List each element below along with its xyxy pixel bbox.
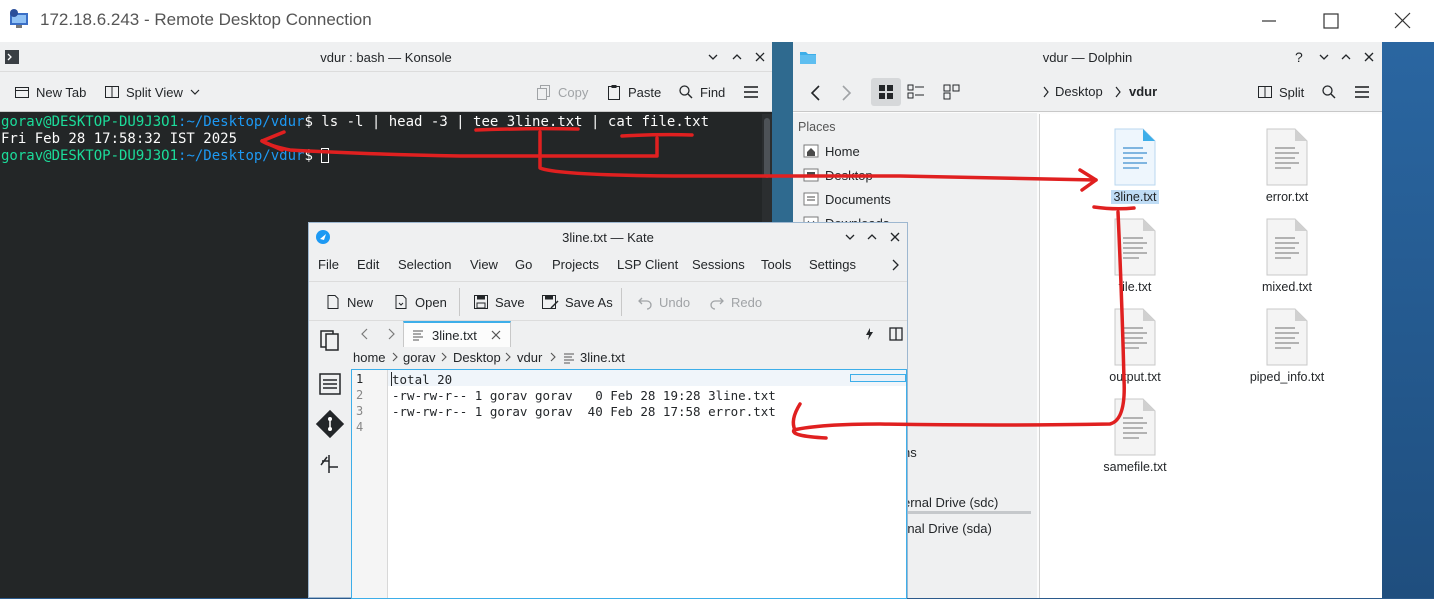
red-annotation-strokes bbox=[260, 126, 1136, 440]
annotation-layer bbox=[260, 126, 1136, 440]
